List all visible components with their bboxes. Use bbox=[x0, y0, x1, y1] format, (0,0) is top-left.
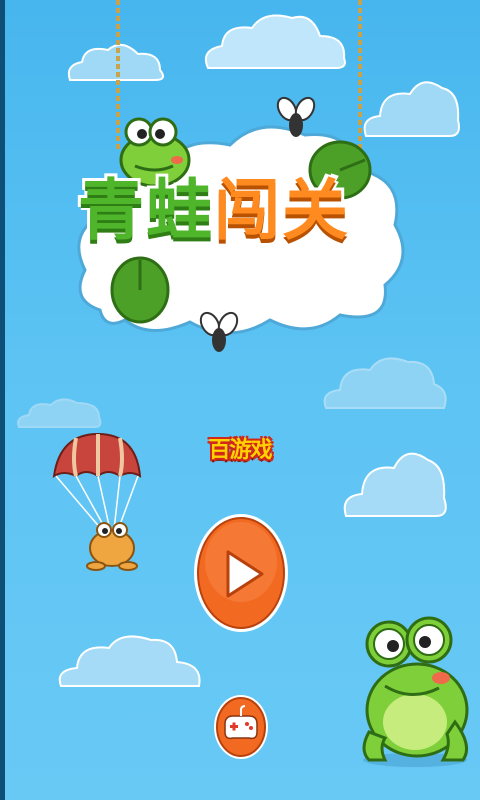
game-title-part1: 青蛙 bbox=[78, 172, 214, 249]
gamepad-icon bbox=[214, 695, 268, 759]
cloud-decoration bbox=[323, 357, 447, 409]
more-games-button[interactable] bbox=[213, 694, 269, 760]
brand-logo-text: 百游戏 bbox=[208, 438, 272, 463]
play-icon bbox=[194, 514, 288, 632]
brand-logo: 百游戏 bbox=[190, 428, 290, 468]
cloud-decoration bbox=[17, 398, 102, 428]
game-title-screen: 青蛙闯关 百游戏 bbox=[0, 0, 480, 800]
game-title-part2: 闯关 bbox=[214, 172, 350, 249]
play-button[interactable] bbox=[192, 512, 290, 634]
cloud-decoration bbox=[343, 452, 447, 517]
cloud-decoration bbox=[58, 635, 201, 687]
frog-mascot-icon bbox=[362, 616, 469, 767]
parachute-frog-icon bbox=[52, 432, 142, 571]
fly-icon bbox=[199, 311, 239, 352]
fly-icon bbox=[276, 96, 316, 137]
game-title: 青蛙闯关 bbox=[78, 178, 408, 244]
